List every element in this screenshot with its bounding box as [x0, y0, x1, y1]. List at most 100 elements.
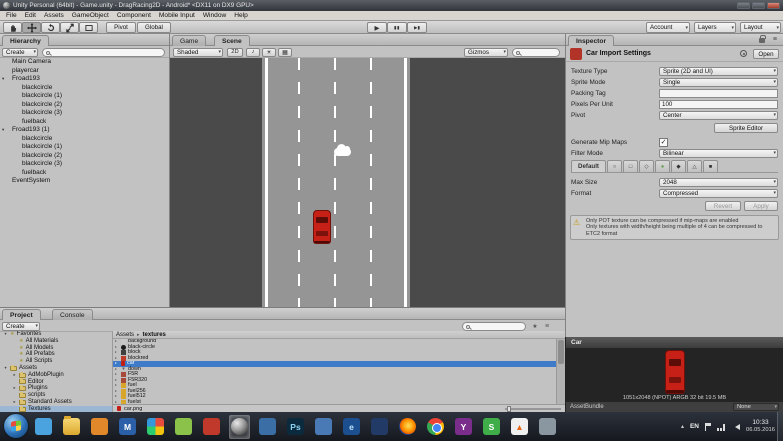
hierarchy-item[interactable]: blackcircle (3) [0, 160, 169, 169]
taskbar-icon-app-blue[interactable] [257, 415, 278, 439]
taskbar-icon-app-orange[interactable] [89, 415, 110, 439]
platform-tab-wp8[interactable]: ■ [703, 160, 718, 172]
hierarchy-item[interactable]: playercar [0, 67, 169, 76]
rect-tool-button[interactable] [79, 22, 98, 33]
preview-header[interactable]: Car [566, 337, 783, 348]
tab-inspector[interactable]: Inspector [568, 35, 614, 46]
menu-help[interactable]: Help [230, 12, 252, 19]
minimize-button[interactable] [737, 2, 750, 9]
taskbar-icon-folder-explorer[interactable] [61, 415, 82, 439]
menu-assets[interactable]: Assets [40, 12, 68, 19]
scrollbar-thumb[interactable] [558, 340, 564, 364]
player-car-sprite[interactable] [313, 210, 331, 244]
move-tool-button[interactable] [22, 22, 41, 33]
action-center-icon[interactable] [705, 423, 711, 431]
project-tree-item[interactable]: ★All Models [0, 345, 112, 352]
scale-tool-button[interactable] [60, 22, 79, 33]
2d-toggle-button[interactable]: 2D [227, 48, 243, 57]
show-desktop-button[interactable] [777, 412, 783, 441]
thumbnail-zoom-slider[interactable] [505, 406, 561, 412]
create-menu-button[interactable]: Create [2, 322, 40, 331]
taskbar-icon-chrome[interactable] [425, 415, 446, 439]
foldout-arrow[interactable]: ▸ [12, 385, 17, 392]
scene-viewport[interactable] [170, 58, 565, 307]
hierarchy-item[interactable]: blackcircle (1) [0, 92, 169, 101]
taskbar-icon-firefox[interactable] [397, 415, 418, 439]
menu-gameobject[interactable]: GameObject [68, 12, 113, 19]
hierarchy-item[interactable]: EventSystem [0, 177, 169, 186]
pivot-dropdown[interactable]: Center [659, 111, 778, 120]
step-button[interactable] [407, 22, 427, 33]
foldout-arrow[interactable]: ▾ [3, 331, 8, 338]
hierarchy-item[interactable]: Main Camera [0, 58, 169, 67]
foldout-arrow[interactable]: ▾ [3, 365, 8, 372]
platform-tab-blackberry[interactable]: ◆ [671, 160, 686, 172]
hierarchy-item[interactable]: blackcircle [0, 135, 169, 144]
taskbar-icon-internet-explorer[interactable]: e [341, 415, 362, 439]
hierarchy-search-input[interactable] [42, 48, 165, 57]
project-search-input[interactable] [462, 322, 526, 331]
project-tree-item[interactable]: ▾Assets [0, 365, 112, 372]
breadcrumb-current[interactable]: textures [143, 332, 166, 338]
breadcrumb-root[interactable]: Assets [116, 332, 134, 338]
hierarchy-item[interactable]: ▾Froad193 [0, 75, 169, 84]
platform-tab-android[interactable]: ● [655, 160, 670, 172]
scene-lighting-toggle-icon[interactable] [262, 48, 276, 57]
taskbar-icon-app-lightblue[interactable] [33, 415, 54, 439]
taskbar-icon-app-steelblue[interactable] [313, 415, 334, 439]
play-button[interactable] [367, 22, 387, 33]
taskbar-icon-app-navy[interactable] [369, 415, 390, 439]
project-tree-item[interactable]: ★All Scripts [0, 358, 112, 365]
filter-mode-dropdown[interactable]: Bilinear [659, 149, 778, 158]
platform-tab-default[interactable]: Default [571, 160, 606, 172]
pixels-per-unit-field[interactable]: 100 [659, 100, 778, 109]
pause-button[interactable] [387, 22, 407, 33]
tab-game[interactable]: Game [172, 35, 206, 46]
taskbar-icon-vlc[interactable]: ▲ [509, 415, 530, 439]
lock-icon[interactable] [759, 38, 765, 43]
taskbar-icon-app-m-blue[interactable]: M [117, 415, 138, 439]
sprite-mode-dropdown[interactable]: Single [659, 78, 778, 87]
tab-scene[interactable]: Scene [214, 35, 250, 46]
shading-mode-dropdown[interactable]: Shaded [173, 48, 223, 57]
foldout-arrow[interactable]: ▾ [2, 126, 4, 135]
project-tree-item[interactable]: scripts [0, 392, 112, 399]
sprite-editor-button[interactable]: Sprite Editor [714, 123, 778, 133]
scene-search-input[interactable] [512, 48, 560, 57]
search-favorites-icon[interactable] [530, 322, 540, 331]
tray-expand-icon[interactable] [681, 423, 684, 430]
gizmos-dropdown[interactable]: Gizmos [464, 48, 508, 57]
taskbar-icon-photoshop[interactable]: Ps [285, 415, 306, 439]
layers-dropdown[interactable]: Layers [694, 22, 736, 33]
platform-tab-tizen[interactable]: △ [687, 160, 702, 172]
hand-tool-button[interactable] [3, 22, 22, 33]
hierarchy-item[interactable]: ▾Froad193 (1) [0, 126, 169, 135]
scene-effects-toggle-icon[interactable] [278, 48, 292, 57]
hierarchy-item[interactable]: fuelback [0, 118, 169, 127]
account-dropdown[interactable]: Account [646, 22, 690, 33]
menu-mobile-input[interactable]: Mobile Input [155, 12, 199, 19]
panel-menu-icon[interactable]: ≡ [773, 34, 777, 45]
max-size-dropdown[interactable]: 2048 [659, 178, 778, 187]
rotate-tool-button[interactable] [41, 22, 60, 33]
menu-file[interactable]: File [2, 12, 21, 19]
network-icon[interactable] [717, 423, 726, 431]
tab-project[interactable]: Project [2, 309, 41, 320]
close-button[interactable] [767, 2, 780, 9]
pivot-toggle-button[interactable]: Pivot [106, 22, 136, 33]
gear-icon[interactable] [740, 50, 747, 57]
apply-button[interactable]: Apply [744, 201, 778, 211]
assetbundle-dropdown[interactable]: None [733, 403, 779, 411]
start-button[interactable] [4, 414, 28, 438]
volume-icon[interactable] [732, 424, 740, 430]
platform-tab-ios[interactable]: ◇ [639, 160, 654, 172]
menu-window[interactable]: Window [199, 12, 230, 19]
maximize-button[interactable] [752, 2, 765, 9]
hierarchy-item[interactable]: blackcircle (1) [0, 143, 169, 152]
foldout-arrow[interactable]: ▸ [12, 372, 17, 379]
taskbar-icon-app-s-green[interactable]: S [481, 415, 502, 439]
taskbar-icon-unity-editor[interactable] [229, 415, 250, 439]
revert-button[interactable]: Revert [705, 201, 741, 211]
format-dropdown[interactable]: Compressed [659, 189, 778, 198]
hidden-packages-icon[interactable] [542, 322, 552, 331]
